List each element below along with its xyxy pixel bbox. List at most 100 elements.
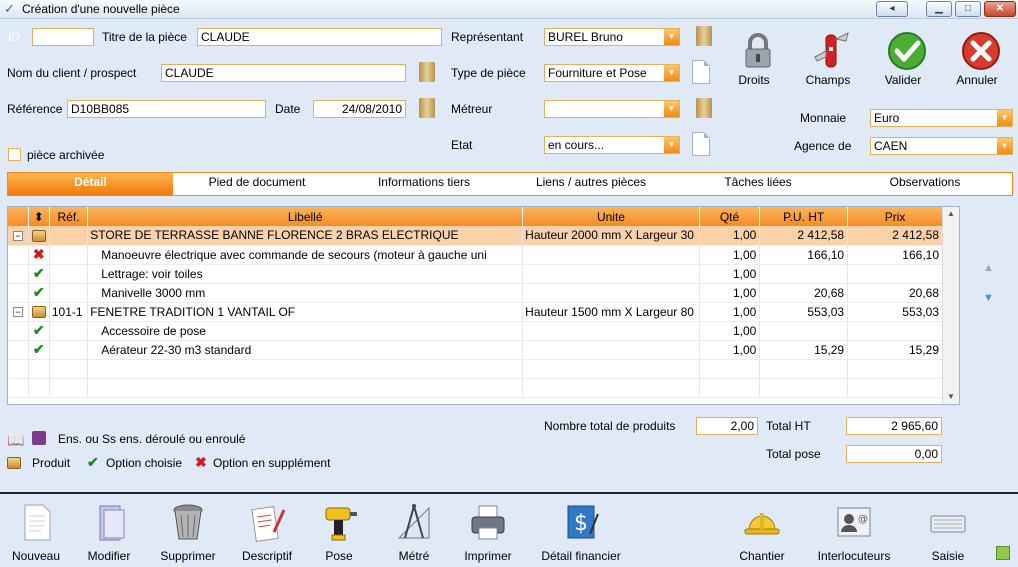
modifier-button[interactable]: Modifier	[80, 500, 138, 564]
table-row[interactable]: − 101-1 FENETRE TRADITION 1 VANTAIL OF Haut…	[8, 302, 943, 322]
table-row[interactable]: ✔ Accessoire de pose 1,00	[8, 321, 943, 341]
table-row[interactable]: ✔ Manivelle 3000 mm 1,00 20,68 20,68	[8, 283, 943, 303]
ref-cell[interactable]	[49, 340, 89, 360]
close-window-button[interactable]: ✕	[984, 1, 1016, 17]
table-row-empty[interactable]	[8, 378, 943, 398]
etat-select[interactable]: en cours... ▼	[544, 136, 680, 154]
ref-cell[interactable]	[49, 321, 89, 341]
tab-detail[interactable]: Détail	[8, 173, 173, 195]
pu-ht-cell[interactable]: 15,29	[759, 340, 849, 360]
table-row-empty[interactable]	[8, 359, 943, 379]
table-row[interactable]: ✔ Lettrage: voir toiles 1,00	[8, 264, 943, 284]
libelle-cell[interactable]: Lettrage: voir toiles	[87, 264, 524, 284]
ref-cell[interactable]	[49, 226, 89, 246]
pu-ht-cell[interactable]: 166,10	[759, 245, 849, 265]
libelle-cell[interactable]: Accessoire de pose	[87, 321, 524, 341]
imprimer-button[interactable]: Imprimer	[456, 500, 520, 564]
date-calendar-book-icon[interactable]	[417, 96, 439, 120]
archive-checkbox[interactable]	[8, 148, 21, 161]
minimize-button[interactable]: ▁	[926, 1, 952, 17]
prix-cell[interactable]: 20,68	[847, 283, 943, 303]
pose-button[interactable]: Pose	[316, 500, 362, 564]
qte-cell[interactable]: 1,00	[699, 321, 761, 341]
col-header-unite[interactable]: Unite	[522, 207, 700, 226]
valider-button[interactable]: Valider	[873, 27, 933, 97]
annuler-button[interactable]: Annuler	[947, 27, 1007, 97]
table-row[interactable]: ✖ Manoeuvre électrique avec commande de s…	[8, 245, 943, 265]
reference-field[interactable]: D10BB085	[67, 100, 266, 118]
tab-informations-tiers[interactable]: Informations tiers	[348, 173, 500, 195]
champs-button[interactable]: Champs	[798, 27, 858, 97]
chevron-down-icon[interactable]: ▼	[664, 65, 679, 81]
unite-cell[interactable]	[522, 321, 700, 341]
maximize-button[interactable]: □	[955, 1, 981, 17]
client-lookup-book-icon[interactable]	[417, 60, 439, 84]
droits-button[interactable]: Droits	[724, 27, 784, 97]
chevron-down-icon[interactable]: ▼	[664, 101, 679, 117]
client-field[interactable]: CLAUDE	[161, 64, 406, 82]
libelle-cell[interactable]: FENETRE TRADITION 1 VANTAIL OF	[87, 302, 524, 322]
unite-cell[interactable]	[522, 245, 700, 265]
prix-cell[interactable]: 553,03	[847, 302, 943, 322]
libelle-cell[interactable]: STORE DE TERRASSE BANNE FLORENCE 2 BRAS …	[87, 226, 524, 246]
collapse-toggle-icon[interactable]: −	[12, 307, 23, 318]
move-down-arrow-icon[interactable]: ▼	[983, 292, 994, 304]
chevron-down-icon[interactable]: ▼	[664, 137, 679, 153]
tree-cell[interactable]	[8, 264, 29, 284]
tab-taches-liees[interactable]: Tâches liées	[688, 173, 828, 195]
pu-ht-cell[interactable]: 2 412,58	[759, 226, 849, 246]
libelle-cell[interactable]: Manoeuvre électrique avec commande de se…	[87, 245, 524, 265]
unite-cell[interactable]	[522, 283, 700, 303]
titre-field[interactable]: CLAUDE	[197, 28, 442, 46]
libelle-cell[interactable]: Aérateur 22-30 m3 standard	[87, 340, 524, 360]
date-field[interactable]: 24/08/2010	[313, 100, 406, 118]
col-header-pu-ht[interactable]: P.U. HT	[759, 207, 849, 226]
tree-cell[interactable]	[8, 340, 29, 360]
tree-cell[interactable]	[8, 283, 29, 303]
unite-cell[interactable]	[522, 264, 700, 284]
id-field[interactable]	[32, 28, 94, 46]
col-header-prix[interactable]: Prix	[847, 207, 943, 226]
pu-ht-cell[interactable]: 553,03	[759, 302, 849, 322]
prix-cell[interactable]: 2 412,58	[847, 226, 943, 246]
etat-document-icon[interactable]	[692, 132, 710, 156]
prix-cell[interactable]: 166,10	[847, 245, 943, 265]
libelle-cell[interactable]: Manivelle 3000 mm	[87, 283, 524, 303]
prix-cell[interactable]	[847, 264, 943, 284]
agence-select[interactable]: CAEN ▼	[870, 137, 1013, 155]
pu-ht-cell[interactable]: 20,68	[759, 283, 849, 303]
type-select[interactable]: Fourniture et Pose ▼	[544, 64, 680, 82]
ref-cell[interactable]	[49, 245, 89, 265]
collapse-toggle-icon[interactable]: −	[12, 231, 23, 242]
col-header-ref[interactable]: Réf.	[49, 207, 89, 226]
chevron-down-icon[interactable]: ▼	[664, 29, 679, 45]
ref-cell[interactable]	[49, 264, 89, 284]
pu-ht-cell[interactable]	[759, 321, 849, 341]
unite-cell[interactable]: Hauteur 1500 mm X Largeur 80	[522, 302, 700, 322]
tree-cell[interactable]	[8, 245, 29, 265]
representant-book-icon[interactable]	[694, 24, 716, 48]
col-header-qte[interactable]: Qté	[699, 207, 761, 226]
pu-ht-cell[interactable]	[759, 264, 849, 284]
detail-grid[interactable]: ⬍ Réf. Libellé Unite Qté P.U. HT Prix − S…	[7, 206, 960, 405]
tree-cell[interactable]: −	[8, 226, 29, 246]
unite-cell[interactable]	[522, 340, 700, 360]
metre-button[interactable]: Métré	[388, 500, 440, 564]
metreur-select[interactable]: ▼	[544, 100, 680, 118]
tab-pied-document[interactable]: Pied de document	[178, 173, 336, 195]
move-up-arrow-icon[interactable]: ▲	[983, 262, 994, 274]
supprimer-button[interactable]: Supprimer	[154, 500, 222, 564]
col-header-icon[interactable]: ⬍	[28, 207, 50, 226]
type-document-icon[interactable]	[692, 60, 710, 84]
qte-cell[interactable]: 1,00	[699, 340, 761, 360]
col-header-libelle[interactable]: Libellé	[87, 207, 524, 226]
qte-cell[interactable]: 1,00	[699, 226, 761, 246]
chevron-down-icon[interactable]: ▼	[997, 110, 1012, 126]
chantier-button[interactable]: Chantier	[732, 500, 792, 564]
detail-financier-button[interactable]: $ Détail financier	[534, 500, 628, 564]
metreur-book-icon[interactable]	[694, 96, 716, 120]
tree-cell[interactable]	[8, 321, 29, 341]
qte-cell[interactable]: 1,00	[699, 245, 761, 265]
window-menu-button[interactable]: ◂	[876, 1, 908, 17]
qte-cell[interactable]: 1,00	[699, 264, 761, 284]
